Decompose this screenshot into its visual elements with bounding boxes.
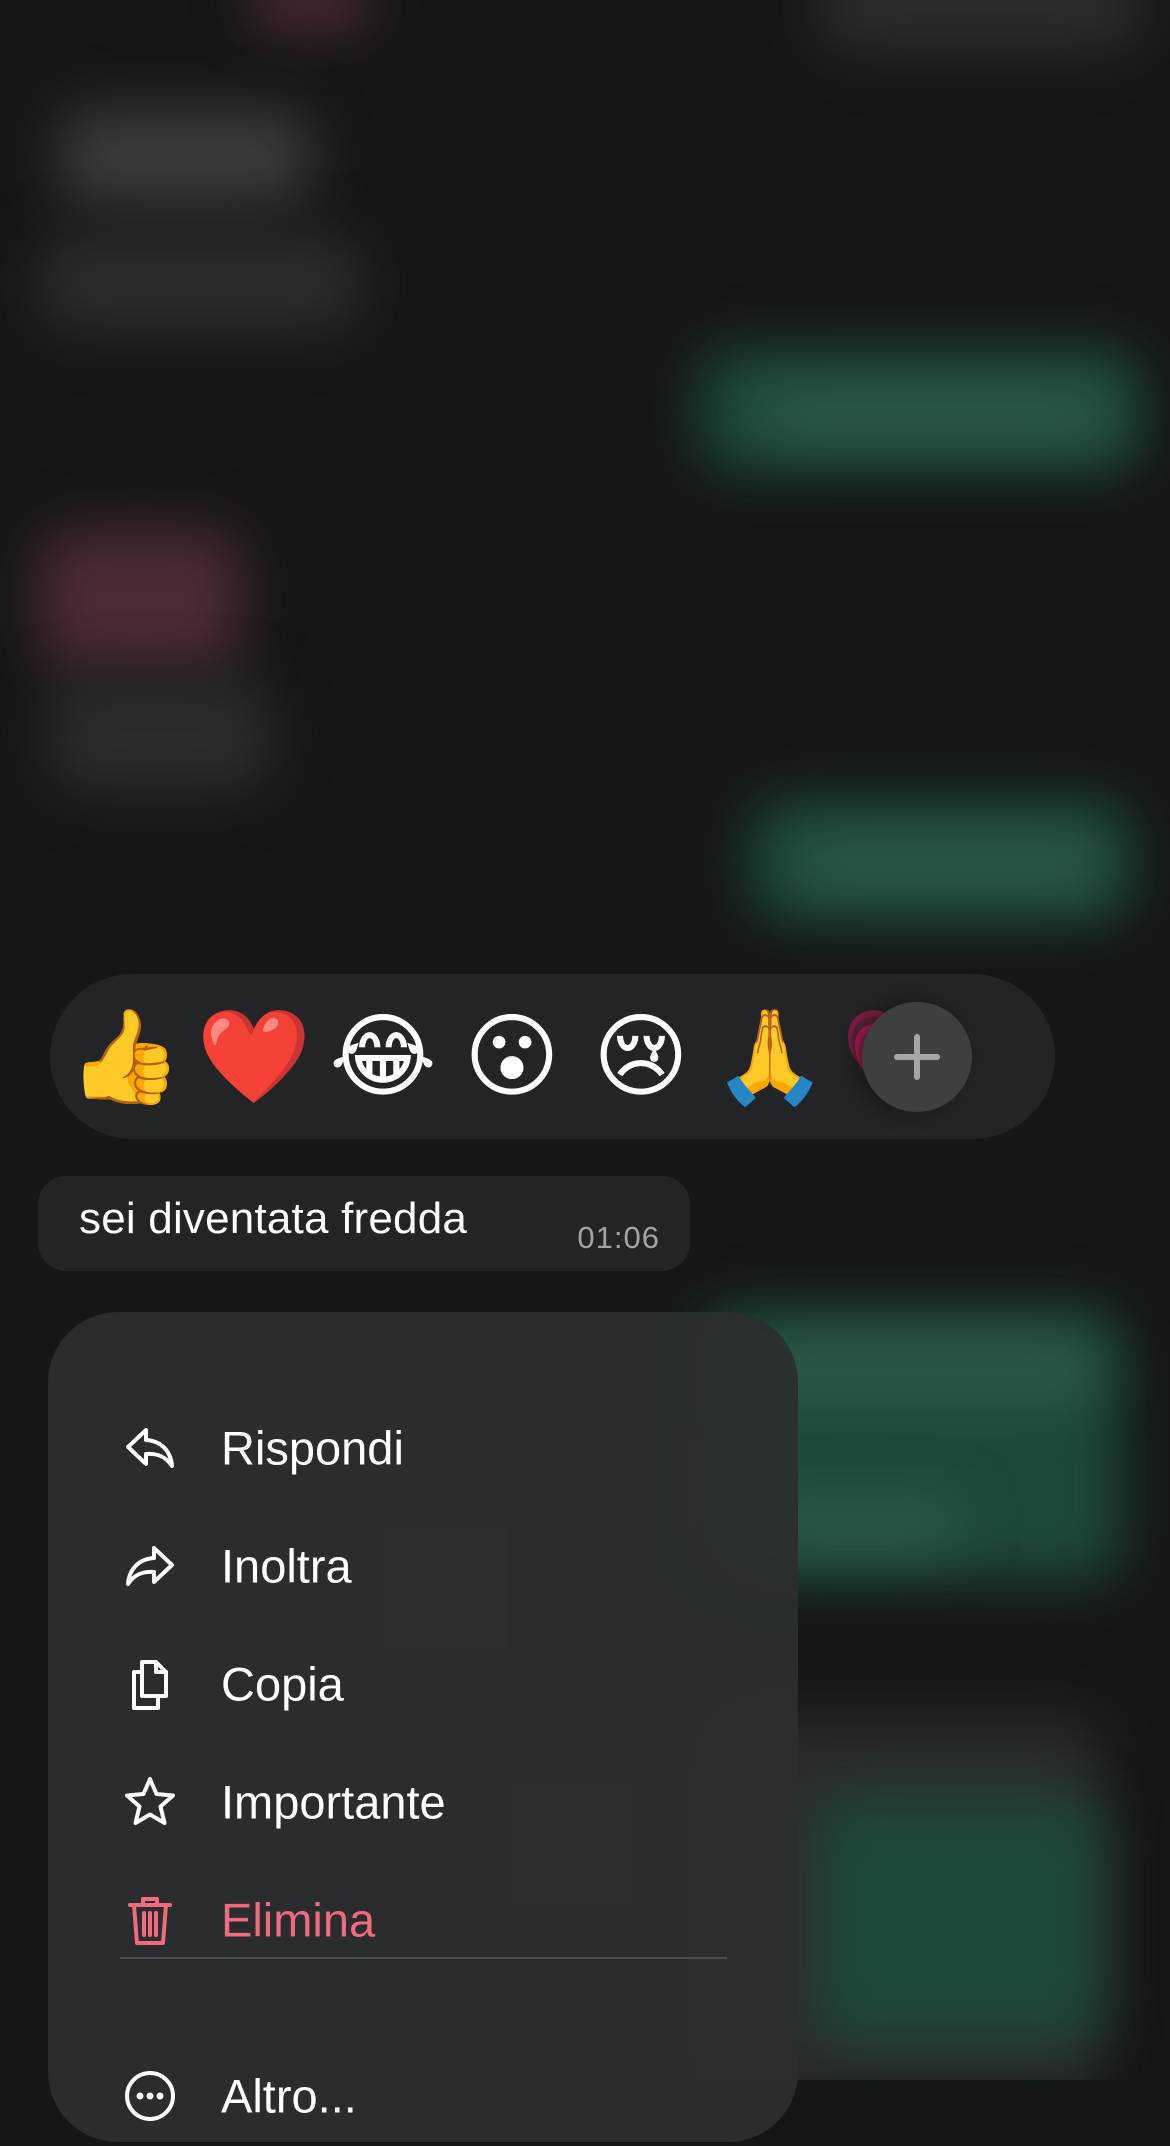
more-icon (122, 2068, 178, 2124)
reaction-heart[interactable]: ❤️ (197, 1010, 312, 1103)
reaction-praying[interactable]: 🙏 (713, 1010, 828, 1103)
trash-icon (122, 1892, 178, 1948)
menu-divider (120, 1957, 727, 1959)
more-reactions-button[interactable] (862, 1002, 972, 1112)
message-text: sei diventata fredda (79, 1194, 468, 1243)
menu-item-more[interactable]: Altro... (48, 2046, 798, 2146)
menu-item-reply[interactable]: Rispondi (48, 1398, 798, 1498)
menu-label-reply: Rispondi (221, 1421, 404, 1475)
forward-icon (122, 1538, 178, 1594)
star-icon (122, 1774, 178, 1830)
reply-icon (122, 1420, 178, 1476)
menu-item-forward[interactable]: Inoltra (48, 1516, 798, 1616)
reaction-crying[interactable]: 😢 (593, 1010, 689, 1103)
message-context-menu: Rispondi Inoltra Copia Importante Elimin… (48, 1312, 798, 2142)
plus-icon (894, 1034, 940, 1080)
menu-label-star: Importante (221, 1775, 446, 1829)
menu-label-copy: Copia (221, 1657, 344, 1711)
menu-label-forward: Inoltra (221, 1539, 352, 1593)
menu-item-star[interactable]: Importante (48, 1752, 798, 1852)
menu-item-delete[interactable]: Elimina (48, 1870, 798, 1970)
menu-item-copy[interactable]: Copia (48, 1634, 798, 1734)
menu-label-more: Altro... (221, 2069, 357, 2123)
menu-label-delete: Elimina (221, 1893, 376, 1947)
reaction-surprised[interactable]: 😮 (464, 1010, 560, 1103)
message-bubble: sei diventata fredda 01:06 (38, 1176, 690, 1271)
reaction-laughing[interactable]: 😂 (329, 1010, 437, 1103)
message-timestamp: 01:06 (577, 1220, 660, 1255)
reaction-thumbs-up[interactable]: 👍 (68, 1010, 183, 1103)
copy-icon (122, 1656, 178, 1712)
